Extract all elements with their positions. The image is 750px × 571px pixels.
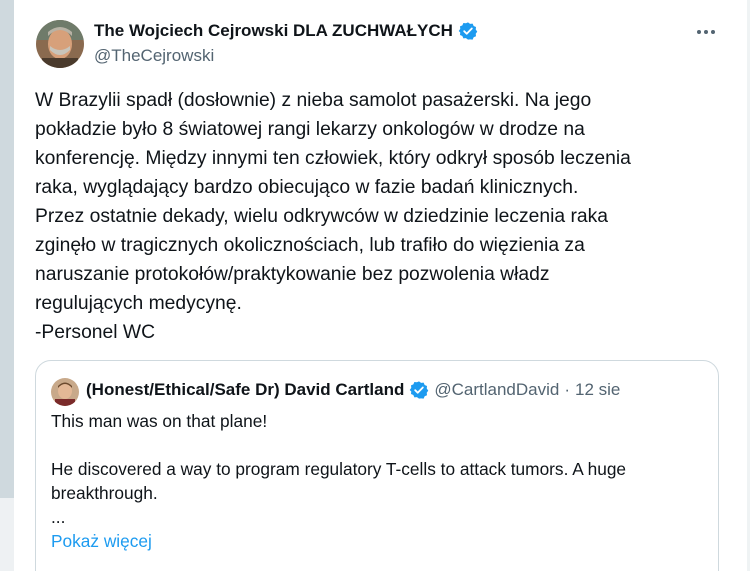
verified-badge-icon	[409, 380, 429, 400]
tweet-text-line: raka, wyglądający bardzo obiecująco w fa…	[35, 177, 579, 198]
tweet-text-line: zginęło w tragicznych okolicznościach, l…	[35, 235, 585, 256]
quote-text-line: breakthrough.	[51, 483, 158, 503]
separator-dot: ·	[564, 380, 570, 399]
tweet: The Wojciech Cejrowski DLA ZUCHWAŁYCH @T…	[14, 0, 747, 571]
tweet-text: W Brazylii spadł (dosłownie) z nieba sam…	[35, 86, 705, 347]
quote-ellipsis: ...	[51, 507, 66, 527]
tweet-text-line: konferencję. Między innymi ten człowiek,…	[35, 148, 631, 169]
author-row: The Wojciech Cejrowski DLA ZUCHWAŁYCH	[94, 21, 478, 41]
author-name[interactable]: The Wojciech Cejrowski DLA ZUCHWAŁYCH	[94, 21, 453, 41]
avatar-image	[36, 20, 84, 68]
avatar[interactable]	[36, 20, 84, 68]
quote-avatar[interactable]	[51, 378, 79, 406]
verified-badge-icon	[458, 21, 478, 41]
tweet-text-line: -Personel WC	[35, 322, 155, 343]
tweet-text-line: regulujących medycynę.	[35, 293, 242, 314]
quote-text-line: He discovered a way to program regulator…	[51, 459, 627, 479]
left-panel-edge	[0, 0, 14, 498]
tweet-text-line: W Brazylii spadł (dosłownie) z nieba sam…	[35, 90, 592, 111]
quote-avatar-image	[51, 378, 79, 406]
tweet-text-line: pokładzie było 8 światowej rangi lekarzy…	[35, 119, 585, 140]
tweet-text-line: naruszanie protokołów/praktykowanie bez …	[35, 264, 550, 285]
quoted-tweet[interactable]: (Honest/Ethical/Safe Dr) David Cartland …	[35, 360, 719, 571]
more-options-icon[interactable]	[694, 20, 718, 44]
left-panel-edge-bottom	[0, 498, 14, 571]
quote-author-name[interactable]: (Honest/Ethical/Safe Dr) David Cartland	[86, 380, 404, 400]
quote-author-handle[interactable]: @CartlandDavid	[434, 380, 559, 400]
show-more-link[interactable]: Pokaż więcej	[51, 531, 152, 552]
quote-author-row: (Honest/Ethical/Safe Dr) David Cartland …	[86, 380, 620, 400]
tweet-text-line: Przez ostatnie dekady, wielu odkrywców w…	[35, 206, 608, 227]
author-handle[interactable]: @TheCejrowski	[94, 46, 214, 66]
quote-text-line: This man was on that plane!	[51, 411, 268, 431]
page: The Wojciech Cejrowski DLA ZUCHWAŁYCH @T…	[0, 0, 750, 571]
quote-date[interactable]: 12 sie	[575, 380, 620, 400]
quote-text: This man was on that plane! He discovere…	[51, 409, 701, 529]
